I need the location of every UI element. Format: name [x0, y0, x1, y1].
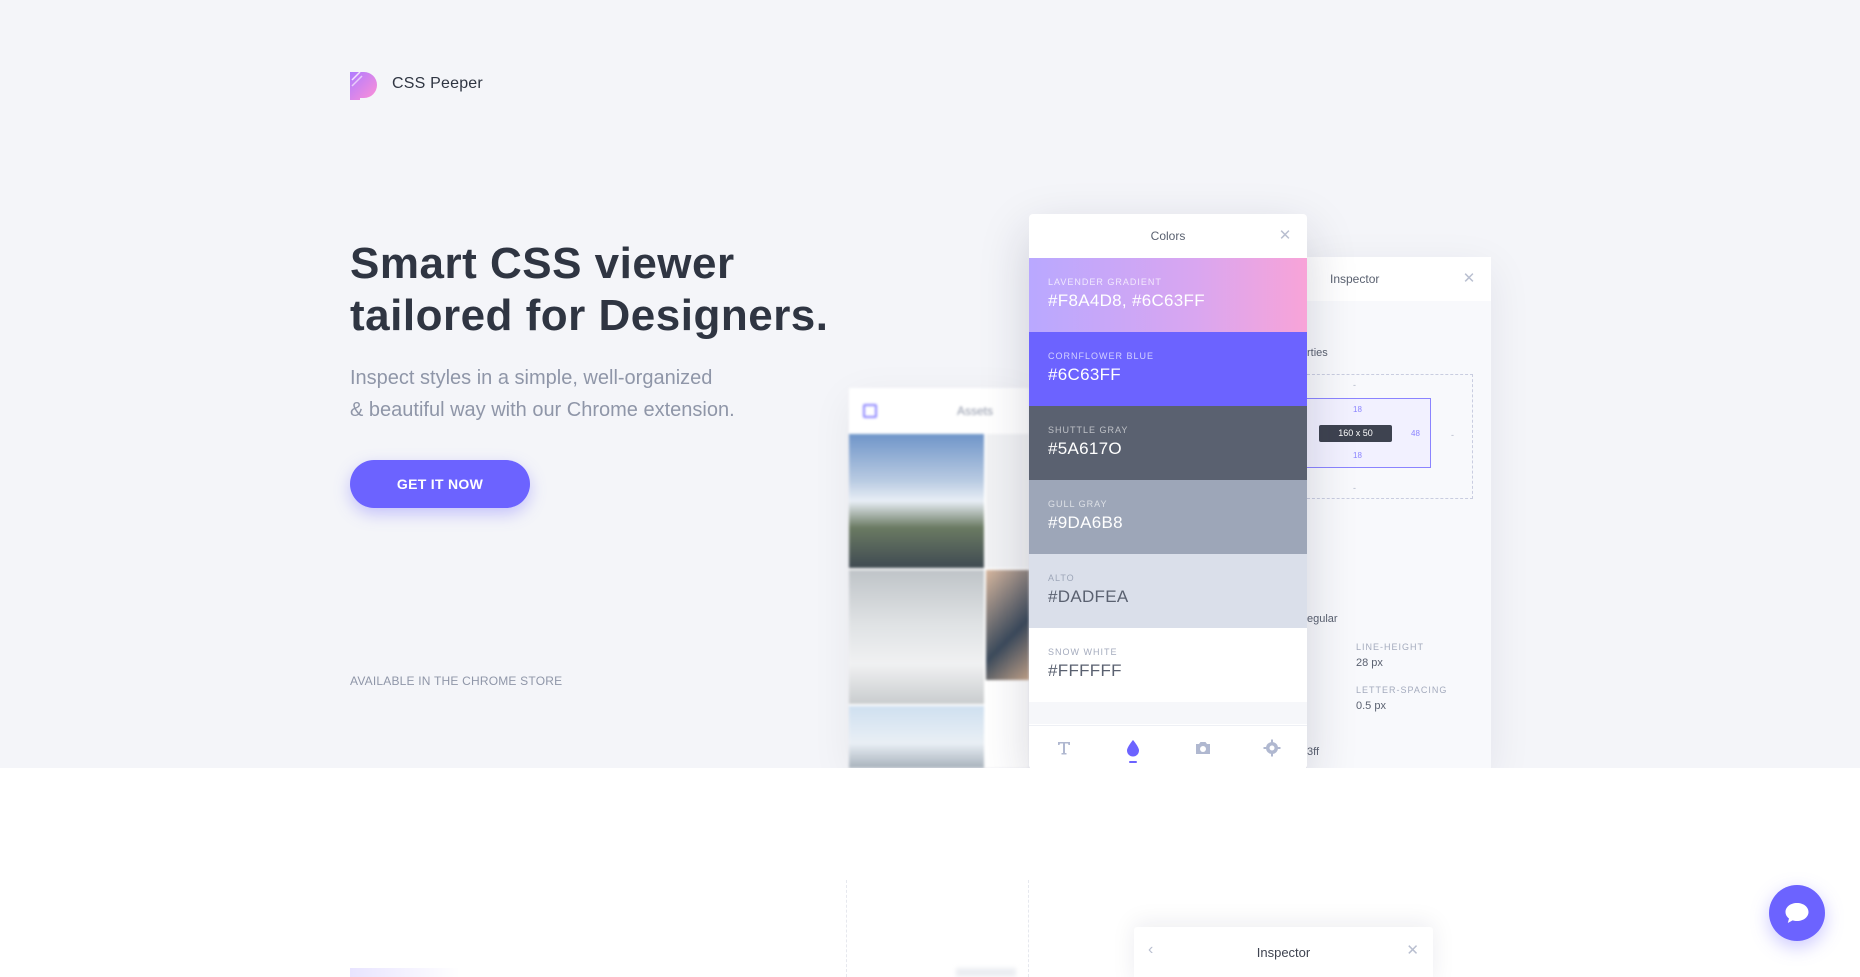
assets-panel: Assets	[849, 388, 1029, 768]
swatch-value: #9DA6B8	[1048, 513, 1123, 532]
close-icon[interactable]: ✕	[1459, 269, 1479, 289]
brand-logo[interactable]: CSS Peeper	[350, 68, 483, 100]
font-weight-value: egular	[1307, 613, 1338, 625]
chat-launcher-button[interactable]	[1769, 885, 1825, 941]
properties-label: rties	[1307, 347, 1328, 359]
subtext-line-1: Inspect styles in a simple, well-organiz…	[350, 367, 713, 389]
section-divider	[846, 880, 847, 977]
color-swatch-alto[interactable]: ALTO #DADFEA	[1029, 554, 1307, 628]
line-height-value: 28 px	[1356, 657, 1383, 669]
box-model-margin: - - - 18 160 x 50 18 48	[1307, 374, 1473, 499]
tab-settings[interactable]	[1257, 733, 1287, 763]
typography-icon	[1057, 741, 1070, 754]
color-swatch-gull-gray[interactable]: GULL GRAY #9DA6B8	[1029, 480, 1307, 554]
decorative-blur	[956, 968, 1016, 977]
swatch-value: #DADFEA	[1048, 587, 1129, 606]
close-icon[interactable]: ✕	[1275, 226, 1295, 246]
asset-thumbnail[interactable]	[986, 570, 1029, 680]
color-swatch-shuttle-gray[interactable]: SHUTTLE GRAY #5A617O	[1029, 406, 1307, 480]
inspector-header: Inspector ✕	[1307, 257, 1491, 301]
margin-bottom-value: -	[1353, 483, 1356, 493]
assets-title: Assets	[956, 404, 993, 418]
tab-colors[interactable]	[1118, 733, 1148, 763]
padding-bottom-value: 18	[1353, 451, 1362, 460]
tab-assets[interactable]	[1188, 733, 1218, 763]
swatch-value: #F8A4D8, #6C63FF	[1048, 291, 1205, 310]
hero-section: CSS Peeper Smart CSS viewer tailored for…	[0, 0, 1860, 768]
headline-line-1: Smart CSS viewer	[350, 239, 735, 288]
swatch-value: #6C63FF	[1048, 365, 1121, 384]
element-size-chip: 160 x 50	[1319, 425, 1392, 442]
padding-right-value: 48	[1411, 429, 1420, 438]
inspector-title: Inspector	[1330, 272, 1380, 286]
subtext-line-2: & beautiful way with our Chrome extensio…	[350, 399, 735, 421]
inspector-panel: Inspector ✕ rties - - - 18 160 x 50 18 4…	[1307, 257, 1491, 768]
padding-top-value: 18	[1353, 405, 1362, 414]
letter-spacing-label: LETTER-SPACING	[1356, 685, 1448, 695]
asset-thumbnail[interactable]	[849, 706, 984, 768]
swatch-value: #5A617O	[1048, 439, 1122, 458]
decorative-gradient	[350, 968, 460, 977]
swatch-name: SNOW WHITE	[1048, 647, 1118, 657]
color-swatch-lavender-gradient[interactable]: LAVENDER GRADIENT #F8A4D8, #6C63FF	[1029, 258, 1307, 332]
colors-header: Colors ✕	[1029, 214, 1307, 258]
swatch-name: LAVENDER GRADIENT	[1048, 277, 1162, 287]
get-it-now-button[interactable]: GET IT NOW	[350, 460, 530, 508]
tab-typography[interactable]	[1049, 733, 1079, 763]
lower-inspector-panel: ‹ Inspector ✕	[1134, 927, 1433, 977]
close-icon[interactable]: ✕	[1406, 941, 1419, 959]
color-swatch-cornflower-blue[interactable]: CORNFLOWER BLUE #6C63FF	[1029, 332, 1307, 406]
css-peeper-logo-icon	[350, 68, 377, 100]
color-drop-icon	[1127, 739, 1140, 756]
chrome-store-note[interactable]: AVAILABLE IN THE CHROME STORE	[350, 674, 562, 688]
lower-inspector-title: Inspector	[1256, 945, 1311, 960]
color-swatch-snow-white[interactable]: SNOW WHITE #FFFFFF	[1029, 628, 1307, 702]
color-value-fragment: 3ff	[1307, 746, 1320, 758]
asset-thumbnail[interactable]	[986, 434, 1029, 568]
camera-icon	[1195, 741, 1210, 754]
asset-thumbnail[interactable]	[849, 434, 984, 568]
chat-icon	[1785, 903, 1809, 923]
section-divider	[1028, 880, 1029, 977]
assets-header: Assets	[849, 388, 1029, 434]
hero-subtext: Inspect styles in a simple, well-organiz…	[350, 362, 870, 426]
line-height-label: LINE-HEIGHT	[1356, 642, 1425, 652]
letter-spacing-value: 0.5 px	[1356, 700, 1386, 712]
swatch-name: CORNFLOWER BLUE	[1048, 351, 1155, 361]
colors-panel: Colors ✕ LAVENDER GRADIENT #F8A4D8, #6C6…	[1029, 214, 1307, 768]
inspector-body: rties - - - 18 160 x 50 18 48 egular LIN…	[1307, 301, 1491, 768]
swatch-list-spacer	[1029, 702, 1307, 724]
image-icon	[863, 404, 877, 418]
asset-thumbnail[interactable]	[849, 570, 984, 704]
hero-headline: Smart CSS viewer tailored for Designers.	[350, 238, 910, 342]
swatch-name: SHUTTLE GRAY	[1048, 425, 1129, 435]
swatch-name: GULL GRAY	[1048, 499, 1108, 509]
box-model-padding: 18 160 x 50 18 48	[1307, 398, 1431, 468]
margin-right-value: -	[1451, 430, 1454, 440]
swatch-value: #FFFFFF	[1048, 661, 1122, 680]
settings-icon	[1263, 739, 1281, 756]
margin-top-value: -	[1353, 380, 1356, 390]
headline-line-2: tailored for Designers.	[350, 291, 829, 340]
brand-name: CSS Peeper	[392, 75, 483, 92]
colors-tab-bar	[1029, 725, 1307, 768]
swatch-name: ALTO	[1048, 573, 1075, 583]
colors-title: Colors	[1150, 229, 1186, 243]
